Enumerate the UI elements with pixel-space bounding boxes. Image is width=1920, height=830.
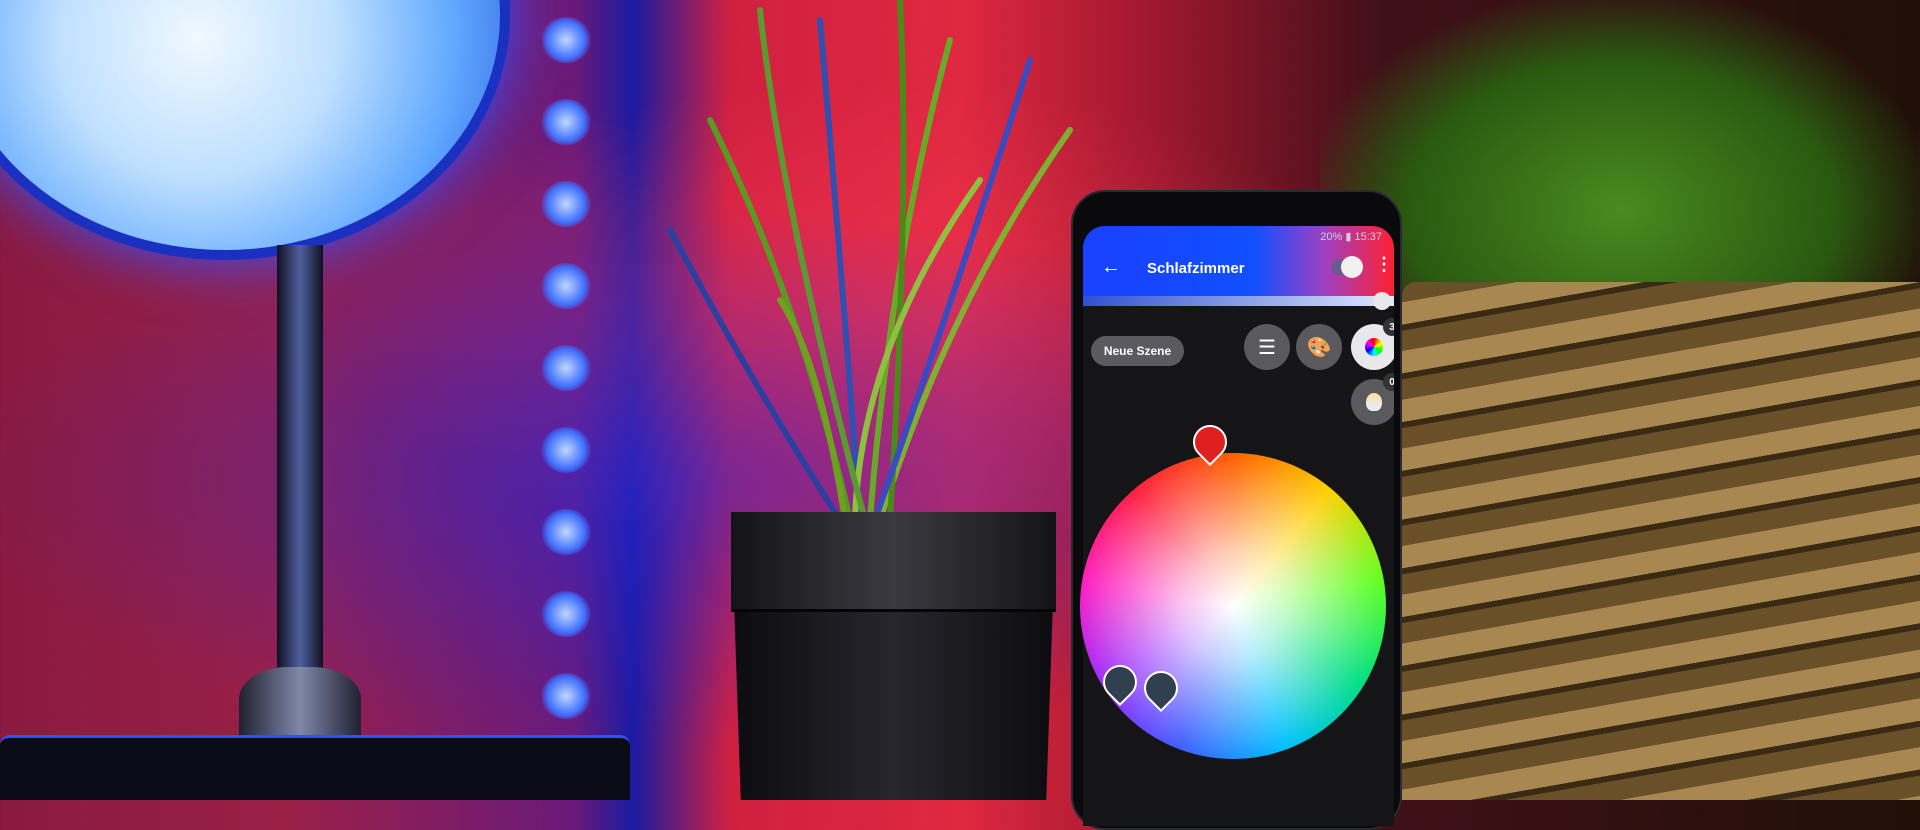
battery-level: 20% [1320,231,1343,243]
list-view-button[interactable]: ☰ [1244,324,1290,370]
room-title: Schlafzimmer [1147,260,1245,277]
led-light [541,17,591,63]
color-wheel[interactable] [1080,453,1386,759]
led-light [541,263,591,309]
new-scene-button[interactable]: Neue Szene [1091,336,1184,366]
clock: 15:37 [1354,231,1382,243]
list-icon: ☰ [1258,336,1276,359]
desk-block [0,735,630,800]
led-light [541,591,591,637]
led-light [541,427,591,473]
brightness-slider-handle[interactable] [1373,292,1391,310]
plant-pot-rim [731,512,1056,612]
grass-plant [667,0,1073,520]
led-light [541,181,591,227]
palette-icon: 🎨 [1306,336,1332,359]
color-bulb-icon [1365,338,1383,356]
led-light [541,99,591,145]
status-bar: 20% ▮ 15:37 [1320,230,1382,243]
brightness-slider[interactable] [1083,296,1394,306]
arrow-left-icon[interactable]: ← [1101,256,1121,279]
more-vert-icon[interactable]: ⋮ [1375,254,1393,275]
woven-basket [1402,282,1920,800]
palette-button[interactable]: 🎨 [1296,324,1342,370]
battery-icon: ▮ [1345,231,1352,243]
lamp-pole [277,245,323,685]
herb-plant [1320,0,1920,300]
white-lights-count: 0 [1383,373,1394,391]
color-lights-count: 3 [1383,318,1394,336]
toggle-knob[interactable] [1341,256,1363,278]
led-light [541,673,591,719]
led-light [541,345,591,391]
white-bulb-icon [1366,393,1382,411]
led-light [541,509,591,555]
